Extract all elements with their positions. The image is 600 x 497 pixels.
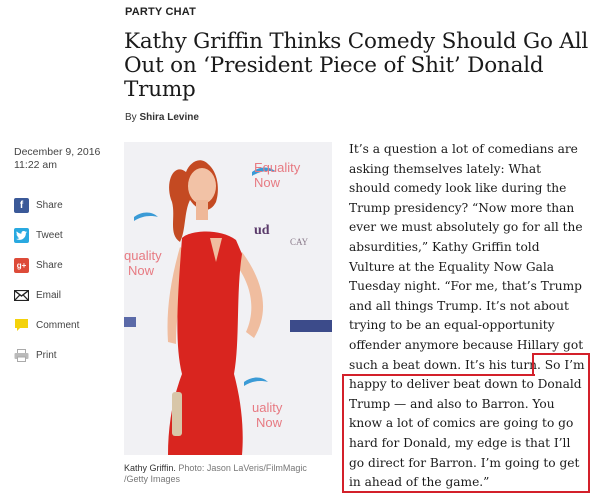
share-twitter-label: Tweet (36, 229, 63, 241)
comment-icon (14, 318, 29, 333)
backdrop-logo-text: Now (256, 415, 283, 430)
publish-time: 11:22 am (14, 159, 57, 171)
comment-button[interactable]: Comment (14, 310, 79, 340)
backdrop-logo-text: Now (128, 263, 155, 278)
section-kicker[interactable]: PARTY CHAT (125, 6, 196, 18)
twitter-icon (14, 227, 29, 243)
article-paragraph: It’s a question a lot of comedians are a… (349, 140, 585, 493)
share-facebook-label: Share (36, 199, 63, 211)
share-twitter-button[interactable]: Tweet (14, 220, 79, 250)
dateline: December 9, 2016 11:22 am (14, 146, 100, 172)
share-toolbar: f Share Tweet g+ Share Email Comment Pri… (14, 190, 79, 370)
paragraph-text: It’s a question a lot of comedians are a… (349, 142, 584, 372)
kathy-griffin-photo: Equality Now quality Now uality Now CAY … (124, 142, 332, 455)
comment-label: Comment (36, 319, 80, 331)
highlighted-quote: So I’m happy to deliver beat down to Don… (349, 357, 585, 490)
share-email-button[interactable]: Email (14, 280, 79, 310)
backdrop-logo-text: uality (252, 400, 283, 415)
print-button[interactable]: Print (14, 340, 79, 370)
publish-date: December 9, 2016 (14, 146, 101, 158)
article-headline: Kathy Griffin Thinks Comedy Should Go Al… (124, 29, 589, 102)
author-link[interactable]: Shira Levine (139, 112, 198, 123)
share-google-plus-label: Share (36, 259, 63, 271)
google-plus-icon: g+ (14, 257, 29, 273)
backdrop-logo-text: Now (254, 175, 281, 190)
article-photo[interactable]: Equality Now quality Now uality Now CAY … (124, 142, 332, 455)
backdrop-logo-text: ud (254, 223, 270, 238)
photo-caption: Kathy Griffin. Photo: Jason LaVeris/Film… (124, 463, 332, 485)
print-label: Print (36, 349, 57, 361)
byline-prefix: By (125, 112, 140, 123)
share-email-label: Email (36, 289, 62, 301)
caption-name: Kathy Griffin. (124, 463, 176, 473)
print-icon (14, 348, 29, 363)
backdrop-logo-text: Equality (254, 160, 301, 175)
backdrop-logo-text: CAY (290, 237, 309, 247)
byline: By Shira Levine (125, 112, 199, 123)
share-facebook-button[interactable]: f Share (14, 190, 79, 220)
backdrop-logo-text: quality (124, 248, 162, 263)
highlight-box-join (534, 374, 588, 377)
facebook-icon: f (14, 197, 29, 213)
share-google-plus-button[interactable]: g+ Share (14, 250, 79, 280)
email-icon (14, 288, 29, 303)
